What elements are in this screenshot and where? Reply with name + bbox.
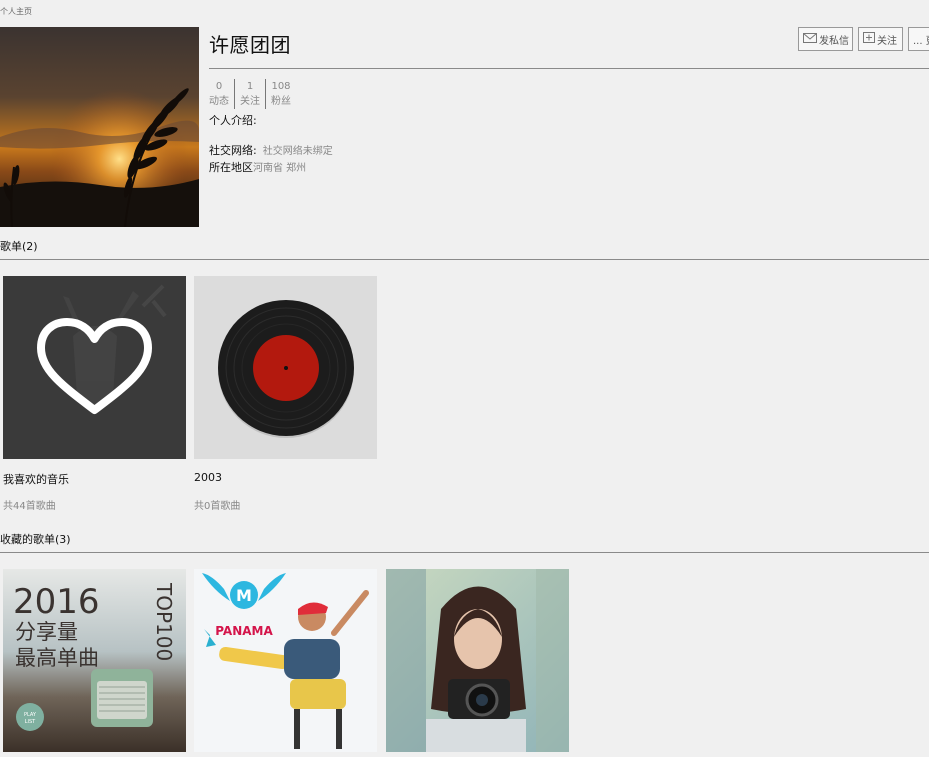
more-button[interactable]: ... 更 — [908, 27, 929, 51]
svg-text:M: M — [236, 586, 252, 605]
username: 许愿团团 — [209, 33, 291, 57]
badge-play: PLAY — [24, 712, 37, 718]
portrait-camera-image — [386, 569, 569, 752]
envelope-icon — [803, 32, 817, 46]
playlist-count: 共0首歌曲 — [194, 501, 241, 512]
send-message-label: 发私信 — [819, 35, 849, 47]
send-message-button[interactable]: 发私信 — [798, 27, 853, 51]
stat-followers[interactable]: 108 粉丝 — [265, 79, 296, 109]
stat-events[interactable]: 0 动态 — [209, 79, 234, 109]
breadcrumb: 个人主页 — [0, 7, 32, 16]
cover-year: 2016 — [13, 582, 100, 622]
playlist-cover-liked[interactable] — [3, 276, 186, 459]
playlist-count: 共44首歌曲 — [3, 501, 56, 512]
favorites-divider — [0, 552, 929, 553]
intro-row: 个人介绍: — [209, 109, 257, 128]
intro-label: 个人介绍: — [209, 114, 257, 127]
profile-actions: 发私信 关注 ... 更 — [798, 27, 929, 51]
stat-events-label: 动态 — [209, 96, 229, 107]
playlist-cover-2003[interactable] — [194, 276, 377, 459]
more-label: ... 更 — [913, 35, 929, 47]
stat-followers-label: 粉丝 — [271, 96, 291, 107]
stat-events-count: 0 — [215, 81, 223, 92]
stat-following[interactable]: 1 关注 — [234, 79, 265, 109]
add-icon — [863, 32, 875, 46]
cover-line2: 最高单曲 — [15, 646, 99, 670]
top100-cover-image: 2016 分享量 最高单曲 TOP100 PLAY LIST — [3, 569, 186, 752]
favorite-cover-portrait[interactable] — [386, 569, 569, 752]
region-row: 所在地区河南省 郑州 — [209, 156, 306, 175]
stat-following-count: 1 — [246, 81, 254, 92]
playlist-name[interactable]: 2003 — [194, 471, 222, 484]
badge-list: LIST — [25, 719, 36, 725]
cover-line1: 分享量 — [15, 620, 78, 644]
stat-following-label: 关注 — [240, 96, 260, 107]
heart-icon — [3, 276, 186, 459]
header-divider — [209, 68, 929, 69]
cover-top: TOP100 — [152, 582, 176, 661]
stat-followers-count: 108 — [271, 81, 291, 92]
cover-brand: PANAMA — [215, 624, 273, 638]
playlists-title: 歌单(2) — [0, 240, 38, 253]
playlist-name[interactable]: 我喜欢的音乐 — [3, 471, 69, 487]
avatar[interactable] — [0, 27, 199, 227]
favorite-cover-panama[interactable]: M PANAMA — [194, 569, 377, 752]
sunset-grass-image — [0, 27, 199, 227]
favorite-cover-top100[interactable]: 2016 分享量 最高单曲 TOP100 PLAY LIST — [3, 569, 186, 752]
follow-button[interactable]: 关注 — [858, 27, 903, 51]
follow-label: 关注 — [877, 35, 897, 47]
profile-stats: 0 动态 1 关注 108 粉丝 — [209, 79, 296, 109]
panama-cover-image: M PANAMA — [194, 569, 377, 752]
vinyl-record-icon — [194, 276, 377, 459]
playlists-divider — [0, 259, 929, 260]
region-value: 河南省 郑州 — [253, 163, 307, 174]
favorites-title: 收藏的歌单(3) — [0, 533, 71, 546]
region-label: 所在地区 — [209, 161, 253, 174]
